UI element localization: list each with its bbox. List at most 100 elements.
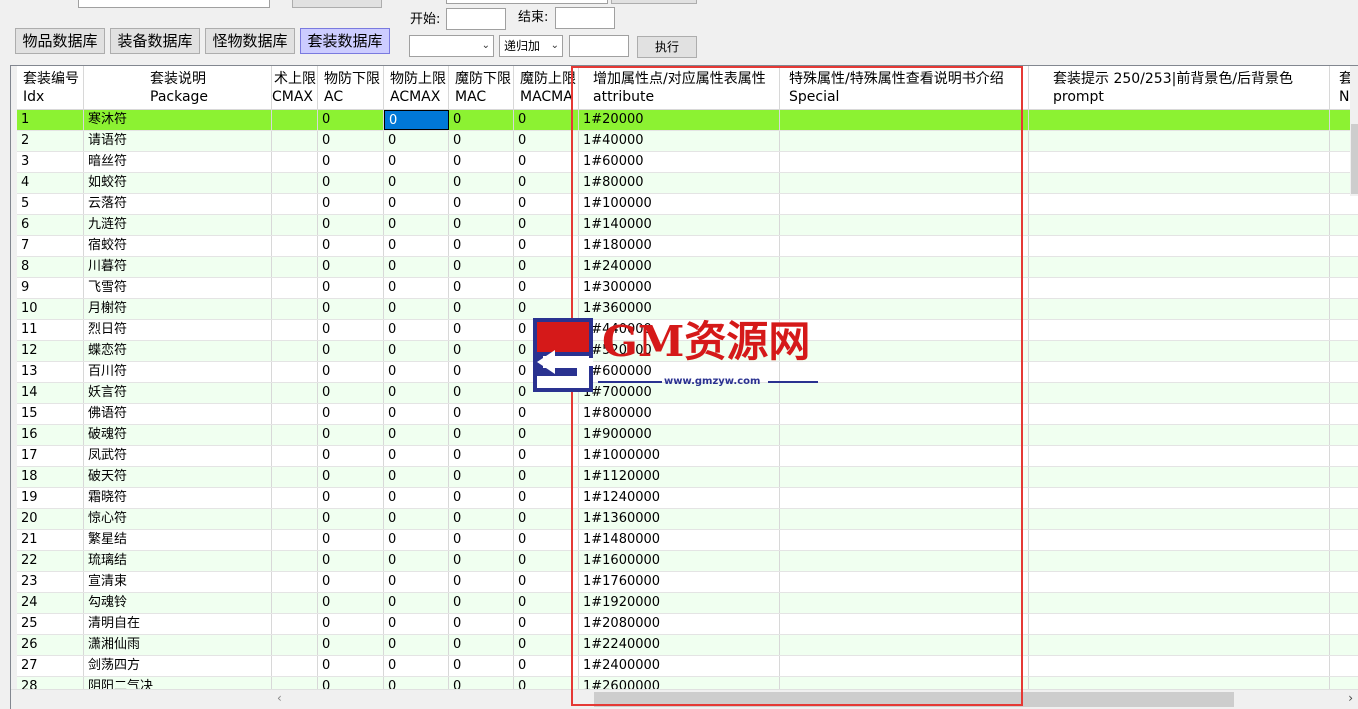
cell-attribute[interactable]: 1#140000 [579, 215, 780, 235]
cell-special[interactable] [780, 110, 1029, 130]
cell-prompt[interactable] [1029, 509, 1330, 529]
scroll-left-icon[interactable]: ‹ [277, 691, 282, 705]
table-row[interactable]: 5 云落符 0 0 0 0 1#100000 [17, 194, 1358, 215]
table-row[interactable]: 3 暗丝符 0 0 0 0 1#60000 [17, 152, 1358, 173]
cell-special[interactable] [780, 656, 1029, 676]
cell-name[interactable]: 勾魂铃 [84, 593, 272, 613]
cell-attribute[interactable]: 1#1480000 [579, 530, 780, 550]
cell-macmax[interactable]: 0 [514, 215, 579, 235]
cell-name[interactable]: 飞雪符 [84, 278, 272, 298]
cell-cmax[interactable] [272, 593, 318, 613]
table-row[interactable]: 15 佛语符 0 0 0 0 1#800000 [17, 404, 1358, 425]
column-header-macmax[interactable]: 魔防上限 MACMA [514, 66, 579, 110]
vertical-scrollbar-thumb[interactable] [1351, 124, 1358, 194]
cell-name[interactable]: 破魂符 [84, 425, 272, 445]
partial-top-button-2[interactable] [611, 0, 697, 4]
cell-acmax[interactable]: 0 [384, 152, 449, 172]
cell-next[interactable] [1330, 551, 1358, 571]
cell-mac[interactable]: 0 [449, 404, 514, 424]
cell-name[interactable]: 剑荡四方 [84, 656, 272, 676]
cell-ac[interactable]: 0 [318, 488, 384, 508]
cell-name[interactable]: 烈日符 [84, 320, 272, 340]
cell-attribute[interactable]: 1#2080000 [579, 614, 780, 634]
cell-idx[interactable]: 27 [17, 656, 84, 676]
cell-macmax[interactable]: 0 [514, 341, 579, 361]
cell-macmax[interactable]: 0 [514, 446, 579, 466]
cell-ac[interactable]: 0 [318, 530, 384, 550]
cell-idx[interactable]: 16 [17, 425, 84, 445]
cell-prompt[interactable] [1029, 152, 1330, 172]
cell-cmax[interactable] [272, 467, 318, 487]
cell-name[interactable]: 霜晓符 [84, 488, 272, 508]
cell-idx[interactable]: 23 [17, 572, 84, 592]
tab-monster-database[interactable]: 怪物数据库 [205, 28, 295, 54]
cell-name[interactable]: 月榭符 [84, 299, 272, 319]
cell-attribute[interactable]: 1#2240000 [579, 635, 780, 655]
cell-idx[interactable]: 8 [17, 257, 84, 277]
cell-attribute[interactable]: 1#1000000 [579, 446, 780, 466]
cell-macmax[interactable]: 0 [514, 383, 579, 403]
table-row[interactable]: 27 剑荡四方 0 0 0 0 1#2400000 [17, 656, 1358, 677]
cell-special[interactable] [780, 593, 1029, 613]
cell-cmax[interactable] [272, 194, 318, 214]
cell-cmax[interactable] [272, 425, 318, 445]
cell-idx[interactable]: 3 [17, 152, 84, 172]
cell-ac[interactable]: 0 [318, 131, 384, 151]
cell-macmax[interactable]: 0 [514, 593, 579, 613]
cell-special[interactable] [780, 236, 1029, 256]
cell-mac[interactable]: 0 [449, 530, 514, 550]
cell-macmax[interactable]: 0 [514, 152, 579, 172]
cell-acmax[interactable]: 0 [384, 530, 449, 550]
cell-ac[interactable]: 0 [318, 110, 384, 130]
cell-cmax[interactable] [272, 572, 318, 592]
cell-name[interactable]: 川暮符 [84, 257, 272, 277]
cell-idx[interactable]: 5 [17, 194, 84, 214]
cell-mac[interactable]: 0 [449, 362, 514, 382]
cell-ac[interactable]: 0 [318, 299, 384, 319]
cell-name[interactable]: 如蛟符 [84, 173, 272, 193]
cell-name[interactable]: 潇湘仙雨 [84, 635, 272, 655]
cell-cmax[interactable] [272, 236, 318, 256]
table-row[interactable]: 9 飞雪符 0 0 0 0 1#300000 [17, 278, 1358, 299]
cell-acmax[interactable]: 0 [384, 341, 449, 361]
cell-cmax[interactable] [272, 551, 318, 571]
cell-prompt[interactable] [1029, 257, 1330, 277]
cell-prompt[interactable] [1029, 320, 1330, 340]
cell-macmax[interactable]: 0 [514, 362, 579, 382]
execute-button[interactable]: 执行 [637, 36, 697, 58]
cell-attribute[interactable]: 1#40000 [579, 131, 780, 151]
cell-mac[interactable]: 0 [449, 614, 514, 634]
tab-equipment-database[interactable]: 装备数据库 [110, 28, 200, 54]
cell-mac[interactable]: 0 [449, 215, 514, 235]
cell-acmax[interactable]: 0 [384, 194, 449, 214]
scroll-right-icon[interactable]: › [1348, 691, 1353, 705]
tab-item-database[interactable]: 物品数据库 [15, 28, 105, 54]
cell-ac[interactable]: 0 [318, 341, 384, 361]
table-row[interactable]: 25 清明自在 0 0 0 0 1#2080000 [17, 614, 1358, 635]
cell-idx[interactable]: 25 [17, 614, 84, 634]
cell-cmax[interactable] [272, 173, 318, 193]
start-input[interactable] [446, 8, 506, 30]
increment-input[interactable] [569, 35, 629, 57]
cell-mac[interactable]: 0 [449, 131, 514, 151]
cell-prompt[interactable] [1029, 572, 1330, 592]
cell-idx[interactable]: 6 [17, 215, 84, 235]
cell-acmax[interactable]: 0 [384, 236, 449, 256]
cell-acmax[interactable]: 0 [384, 488, 449, 508]
cell-mac[interactable]: 0 [449, 572, 514, 592]
cell-ac[interactable]: 0 [318, 656, 384, 676]
cell-name[interactable]: 暗丝符 [84, 152, 272, 172]
column-header-cmax[interactable]: 术上限 CMAX [272, 66, 318, 110]
partial-top-button[interactable] [292, 0, 382, 8]
cell-attribute[interactable]: 1#1760000 [579, 572, 780, 592]
cell-ac[interactable]: 0 [318, 446, 384, 466]
cell-attribute[interactable]: 1#180000 [579, 236, 780, 256]
cell-idx[interactable]: 17 [17, 446, 84, 466]
table-row[interactable]: 16 破魂符 0 0 0 0 1#900000 [17, 425, 1358, 446]
cell-name[interactable]: 繁星结 [84, 530, 272, 550]
table-row[interactable]: 4 如蛟符 0 0 0 0 1#80000 [17, 173, 1358, 194]
cell-ac[interactable]: 0 [318, 467, 384, 487]
cell-attribute[interactable]: 1#1920000 [579, 593, 780, 613]
cell-prompt[interactable] [1029, 488, 1330, 508]
cell-idx[interactable]: 4 [17, 173, 84, 193]
